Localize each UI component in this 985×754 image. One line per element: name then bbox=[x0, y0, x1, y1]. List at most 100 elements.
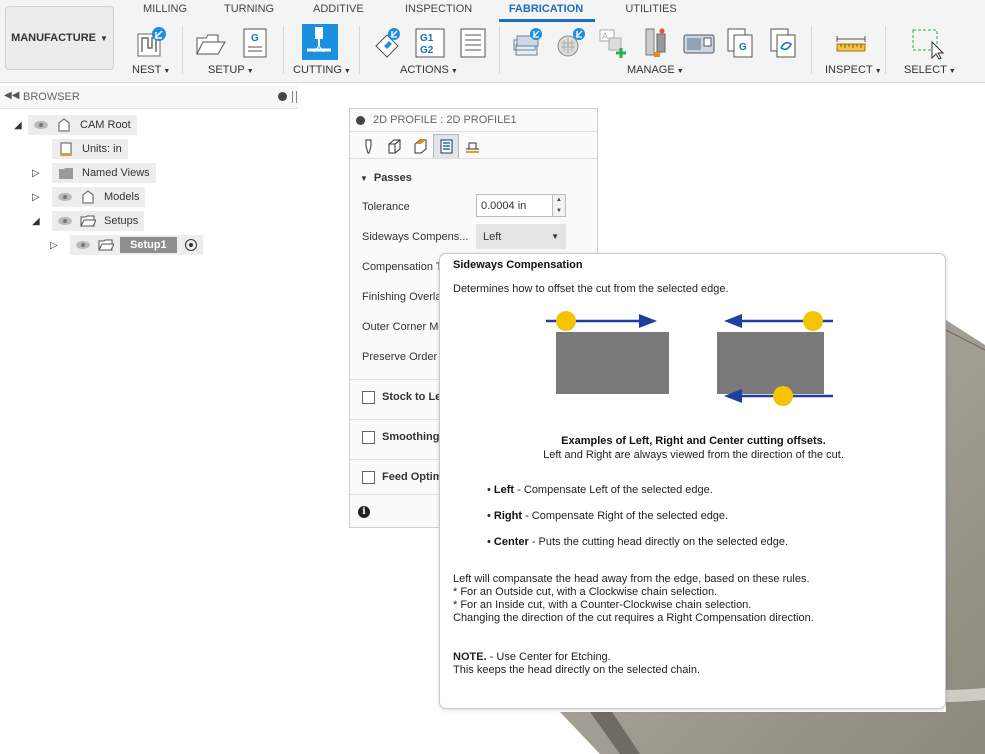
info-icon[interactable]: i bbox=[358, 506, 370, 518]
toolbar-separator bbox=[359, 26, 360, 74]
rule-line: * For an Inside cut, with a Counter-Cloc… bbox=[453, 599, 752, 611]
group-nest[interactable]: NEST ▼ bbox=[132, 64, 170, 76]
diagram-caption: Left and Right are always viewed from th… bbox=[543, 449, 844, 461]
browser-resize-grip[interactable] bbox=[292, 91, 297, 103]
window-select-icon[interactable] bbox=[910, 26, 944, 60]
active-tab-indicator bbox=[499, 19, 595, 22]
simulate-icon[interactable] bbox=[370, 26, 404, 60]
g1-text: G1 bbox=[420, 33, 434, 44]
add-template-icon[interactable]: A bbox=[597, 26, 631, 60]
tolerance-stepper[interactable]: ▲ ▼ bbox=[553, 194, 566, 217]
setup-sheet-icon[interactable] bbox=[456, 26, 490, 60]
browser-minimize-icon[interactable] bbox=[278, 92, 287, 101]
tree-node-setups[interactable]: ◢ Setups bbox=[32, 211, 145, 231]
rule-line: Changing the direction of the cut requir… bbox=[453, 612, 814, 624]
section-passes[interactable]: ▼ Passes bbox=[360, 172, 412, 184]
expand-triangle-icon[interactable]: ◢ bbox=[32, 216, 46, 227]
group-manage[interactable]: MANAGE ▼ bbox=[627, 64, 684, 76]
visibility-eye-icon[interactable] bbox=[75, 240, 91, 250]
tool-tab-icon[interactable] bbox=[355, 134, 381, 158]
heights-tab-icon[interactable] bbox=[407, 134, 433, 158]
tolerance-input[interactable]: 0.0004 in bbox=[476, 194, 553, 217]
spin-down-icon[interactable]: ▼ bbox=[556, 208, 562, 214]
template-library-icon[interactable] bbox=[554, 26, 588, 60]
sideways-compensation-select[interactable]: Left ▼ bbox=[476, 224, 566, 249]
toolbar-separator bbox=[499, 26, 500, 74]
collapse-triangle-icon[interactable]: ▼ bbox=[360, 174, 368, 183]
visibility-eye-icon[interactable] bbox=[33, 120, 49, 130]
note-line: NOTE. - Use Center for Etching. bbox=[453, 651, 611, 663]
passes-tab-icon[interactable] bbox=[433, 134, 459, 158]
measure-icon[interactable] bbox=[834, 26, 868, 60]
feed-optimization-checkbox[interactable] bbox=[362, 470, 375, 484]
geometry-tab-icon[interactable] bbox=[381, 134, 407, 158]
note-detail: This keeps the head directly on the sele… bbox=[453, 664, 701, 676]
linking-tab-icon[interactable] bbox=[459, 134, 485, 158]
nc-program-icon[interactable]: G bbox=[238, 26, 272, 60]
tree-label: CAM Root bbox=[80, 119, 131, 131]
tool-library-icon[interactable] bbox=[511, 26, 545, 60]
visibility-eye-icon[interactable] bbox=[57, 216, 73, 226]
chevron-down-icon: ▼ bbox=[100, 33, 108, 43]
workspace-switcher[interactable]: MANUFACTURE ▼ bbox=[5, 6, 114, 70]
cam-root-icon bbox=[58, 118, 70, 132]
post-process-g1g2-icon[interactable]: G1 G2 bbox=[413, 26, 447, 60]
group-label: Stock to Le bbox=[382, 391, 442, 403]
preserve-order-label: Preserve Order bbox=[362, 351, 438, 363]
tab-utilities[interactable]: UTILITIES bbox=[625, 3, 677, 15]
machine-library-icon[interactable] bbox=[682, 26, 716, 60]
toolbar-separator bbox=[283, 26, 284, 74]
expand-triangle-icon[interactable]: ▷ bbox=[32, 192, 46, 203]
group-setup[interactable]: SETUP ▼ bbox=[208, 64, 254, 76]
dialog-minimize-icon[interactable] bbox=[356, 115, 365, 125]
tree-node-setup1[interactable]: ▷ Setup1 bbox=[50, 235, 203, 255]
toolbar-separator bbox=[182, 26, 183, 74]
group-select[interactable]: SELECT ▼ bbox=[904, 64, 956, 76]
tab-turning[interactable]: TURNING bbox=[224, 3, 274, 15]
post-library-icon[interactable] bbox=[640, 26, 674, 60]
active-setup-radio-icon[interactable] bbox=[184, 239, 197, 251]
model-edge bbox=[945, 329, 985, 351]
toolbar-separator bbox=[885, 26, 886, 74]
nest-icon[interactable] bbox=[134, 26, 168, 60]
nc-program-library-icon[interactable]: G bbox=[724, 26, 758, 60]
collapse-browser-icon[interactable]: ◀◀ bbox=[4, 90, 19, 101]
group-actions[interactable]: ACTIONS ▼ bbox=[400, 64, 458, 76]
svg-text:G: G bbox=[739, 42, 747, 53]
tree-chip: Units: in bbox=[52, 139, 128, 159]
task-manager-icon[interactable] bbox=[767, 26, 801, 60]
stock-to-leave-checkbox[interactable] bbox=[362, 390, 375, 404]
visibility-eye-icon[interactable] bbox=[57, 192, 73, 202]
expand-triangle-icon[interactable]: ▷ bbox=[32, 168, 46, 179]
sideways-compensation-tooltip: Sideways Compensation Determines how to … bbox=[439, 253, 946, 709]
tree-node-cam-root[interactable]: ◢ CAM Root bbox=[14, 115, 137, 135]
browser-title: BROWSER bbox=[23, 91, 80, 103]
tooltip-title: Sideways Compensation bbox=[453, 259, 583, 271]
rule-line: Left will compansate the head away from … bbox=[453, 573, 810, 585]
expand-triangle-icon[interactable]: ▷ bbox=[50, 240, 64, 251]
group-inspect[interactable]: INSPECT ▼ bbox=[825, 64, 882, 76]
option-center: • Center - Puts the cutting head directl… bbox=[487, 536, 789, 548]
compensation-diagram bbox=[546, 311, 833, 406]
sideways-compensation-label: Sideways Compens... bbox=[362, 231, 469, 243]
tab-fabrication[interactable]: FABRICATION bbox=[506, 3, 586, 15]
tree-label: Setups bbox=[104, 215, 139, 227]
tree-node-units[interactable]: Units: in bbox=[52, 139, 128, 159]
svg-text:A: A bbox=[602, 31, 608, 41]
tree-node-models[interactable]: ▷ Models bbox=[32, 187, 146, 207]
tree-node-named-views[interactable]: ▷ Named Views bbox=[32, 163, 156, 183]
nc-icon-text: G bbox=[251, 33, 259, 44]
toolbar-separator bbox=[811, 26, 812, 74]
tab-inspection[interactable]: INSPECTION bbox=[405, 3, 472, 15]
tab-additive[interactable]: ADDITIVE bbox=[313, 3, 364, 15]
expand-triangle-icon[interactable]: ◢ bbox=[14, 120, 28, 131]
group-label: Smoothing bbox=[382, 431, 440, 443]
arrow-right-icon bbox=[639, 314, 657, 328]
tab-milling[interactable]: MILLING bbox=[143, 3, 187, 15]
option-right: • Right - Compensate Right of the select… bbox=[487, 510, 729, 522]
2d-profile-cutting-icon[interactable] bbox=[302, 24, 338, 60]
group-cutting[interactable]: CUTTING ▼ bbox=[293, 64, 351, 76]
smoothing-checkbox[interactable] bbox=[362, 430, 375, 444]
setup-folder-icon[interactable] bbox=[194, 26, 228, 60]
spin-up-icon[interactable]: ▲ bbox=[556, 197, 562, 203]
